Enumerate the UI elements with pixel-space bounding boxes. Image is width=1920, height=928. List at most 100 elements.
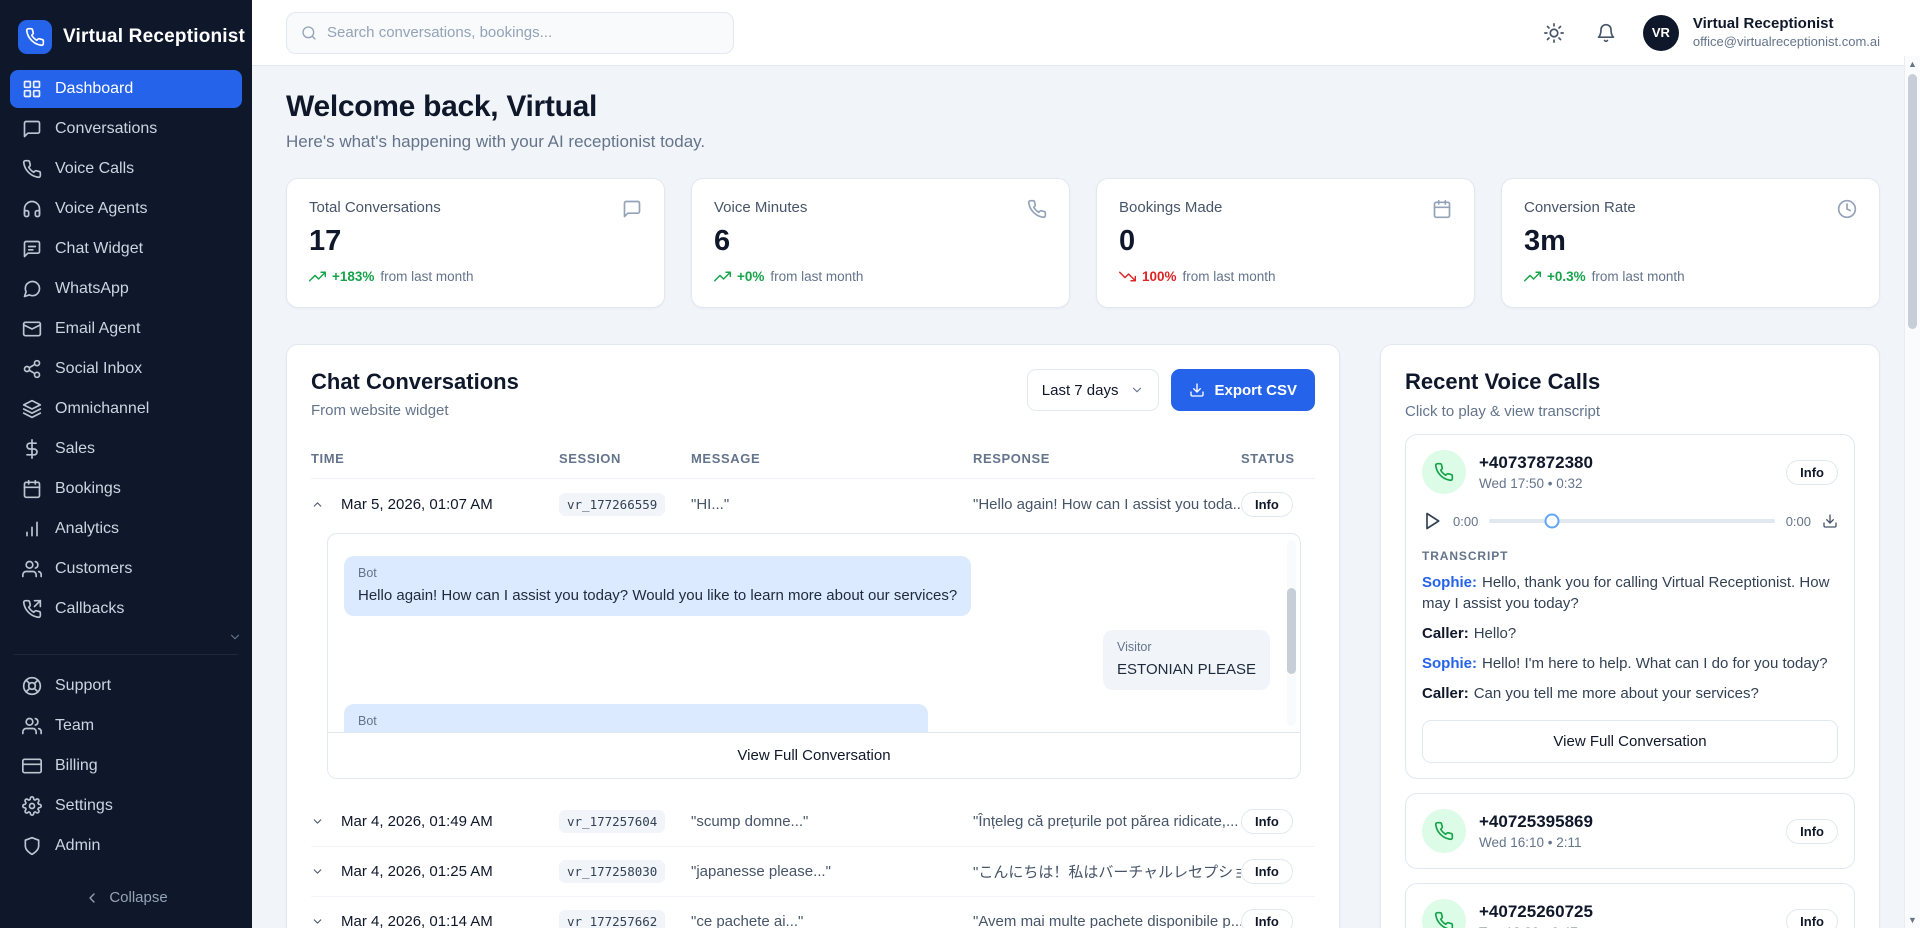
sidebar-item-callbacks[interactable]: Callbacks [10,590,242,628]
sidebar-item-omnichannel[interactable]: Omnichannel [10,390,242,428]
scrollbar-down-arrow[interactable]: ▼ [1905,912,1920,928]
scrollbar-thumb[interactable] [1287,588,1296,674]
row-response: "Înțeleg că prețurile pot părea ridicate… [973,813,1241,830]
sidebar-item-voice-calls[interactable]: Voice Calls [10,150,242,188]
table-row[interactable]: Mar 4, 2026, 01:49 AM vr_177257604 "scum… [311,797,1315,847]
sidebar-item-customers[interactable]: Customers [10,550,242,588]
sidebar-item-billing[interactable]: Billing [10,747,242,785]
play-button[interactable] [1422,511,1442,531]
sidebar-item-social-inbox[interactable]: Social Inbox [10,350,242,388]
dollar-icon [22,439,42,459]
sidebar-item-analytics[interactable]: Analytics [10,510,242,548]
sidebar-item-voice-agents[interactable]: Voice Agents [10,190,242,228]
seek-slider[interactable] [1489,519,1774,523]
view-full-conversation-button[interactable]: View Full Conversation [1422,720,1838,763]
row-message: "ce pachete ai..." [691,913,973,928]
column-session: SESSION [559,451,691,466]
user-menu[interactable]: Virtual Receptionist office@virtualrecep… [1693,15,1880,50]
chevron-up-icon[interactable] [311,498,341,511]
session-id: vr_177266559 [559,493,665,516]
voice-call-card[interactable]: +40725260725 Tue 12:39 • 0:47 Info [1405,883,1855,928]
page-scrollbar[interactable]: ▲ ▼ [1904,56,1920,928]
collapse-button[interactable]: Collapse [10,875,242,920]
stat-delta: 100% [1142,269,1177,284]
stat-card-voice-minutes: Voice Minutes 6 +0%from last month [691,178,1070,308]
transcript-label: TRANSCRIPT [1422,549,1838,563]
player-current-time: 0:00 [1453,514,1478,529]
table-row[interactable]: Mar 5, 2026, 01:07 AM vr_177266559 "HI..… [311,479,1315,529]
lifebuoy-icon [22,676,42,696]
page-subtitle: Here's what's happening with your AI rec… [286,132,1880,152]
stat-value: 3m [1524,225,1857,258]
sidebar-item-email-agent[interactable]: Email Agent [10,310,242,348]
trend-up-icon [309,268,326,285]
chat-widget-icon [22,239,42,259]
row-time: Mar 4, 2026, 01:14 AM [341,913,559,928]
avatar[interactable]: VR [1643,15,1679,51]
chat-panel-subtitle: From website widget [311,402,519,419]
speaker-name: Sophie: [1422,574,1477,591]
search-input[interactable] [327,24,719,41]
sidebar-item-bookings[interactable]: Bookings [10,470,242,508]
call-meta: Wed 16:10 • 2:11 [1479,835,1593,850]
view-full-conversation-link[interactable]: View Full Conversation [328,732,1300,778]
layers-icon [22,399,42,419]
column-response: RESPONSE [973,451,1241,466]
theme-toggle-button[interactable] [1535,14,1573,52]
voice-panel-title: Recent Voice Calls [1405,369,1855,395]
sidebar-item-label: Analytics [55,520,119,538]
search-box[interactable] [286,12,734,54]
sidebar-item-dashboard[interactable]: Dashboard [10,70,242,108]
chevron-down-icon[interactable] [311,815,341,828]
row-message: "scump domne..." [691,813,973,830]
status-badge: Info [1241,809,1293,834]
sidebar-item-label: Omnichannel [55,400,149,418]
table-row[interactable]: Mar 4, 2026, 01:14 AM vr_177257662 "ce p… [311,897,1315,928]
export-csv-button[interactable]: Export CSV [1171,369,1315,411]
transcript-line: Sophie:Hello, thank you for calling Virt… [1422,572,1838,614]
stats-row: Total Conversations 17 +183%from last mo… [286,178,1880,308]
slider-thumb[interactable] [1545,514,1560,529]
notifications-button[interactable] [1587,14,1625,52]
trend-up-icon [714,268,731,285]
sidebar-item-settings[interactable]: Settings [10,787,242,825]
sidebar-item-label: Dashboard [55,80,133,98]
sidebar-item-label: Chat Widget [55,240,143,258]
phone-icon [22,159,42,179]
sidebar-item-label: Voice Calls [55,160,134,178]
sidebar-item-label: Support [55,677,111,695]
chevron-down-icon[interactable] [311,915,341,928]
session-id: vr_177258030 [559,860,665,883]
chevron-down-icon[interactable] [311,865,341,878]
table-row[interactable]: Mar 4, 2026, 01:25 AM vr_177258030 "japa… [311,847,1315,897]
row-message: "japanesse please..." [691,863,973,880]
transcript-line: Sophie:Hello! I'm here to help. What can… [1422,653,1838,674]
voice-call-card[interactable]: +40737872380 Wed 17:50 • 0:32 Info 0:00 … [1405,434,1855,779]
message-sender: Bot [358,713,914,730]
status-badge: Info [1786,819,1838,844]
scrollbar-up-arrow[interactable]: ▲ [1905,56,1920,72]
message-sender: Visitor [1117,639,1256,656]
voice-call-card[interactable]: +40725395869 Wed 16:10 • 2:11 Info [1405,793,1855,869]
chat-icon [622,199,642,219]
sidebar-item-admin[interactable]: Admin [10,827,242,865]
conversation-messages[interactable]: Bot Hello again! How can I assist you to… [328,534,1300,732]
call-meta: Wed 17:50 • 0:32 [1479,476,1593,491]
stat-card-total-conversations: Total Conversations 17 +183%from last mo… [286,178,665,308]
sidebar-item-conversations[interactable]: Conversations [10,110,242,148]
nav-scroll-indicator[interactable] [10,630,242,644]
sidebar-item-whatsapp[interactable]: WhatsApp [10,270,242,308]
messages-scrollbar[interactable] [1287,540,1296,726]
sidebar-item-chat-widget[interactable]: Chat Widget [10,230,242,268]
phone-call-icon [1422,899,1466,928]
column-time: TIME [311,451,559,466]
download-icon[interactable] [1822,513,1838,529]
sidebar-item-support[interactable]: Support [10,667,242,705]
sidebar-item-sales[interactable]: Sales [10,430,242,468]
recent-voice-calls-panel: Recent Voice Calls Click to play & view … [1380,344,1880,928]
date-range-select[interactable]: Last 7 days [1027,369,1160,411]
scrollbar-thumb[interactable] [1908,74,1917,329]
sidebar-divider [14,654,238,655]
trend-up-icon [1524,268,1541,285]
sidebar-item-team[interactable]: Team [10,707,242,745]
